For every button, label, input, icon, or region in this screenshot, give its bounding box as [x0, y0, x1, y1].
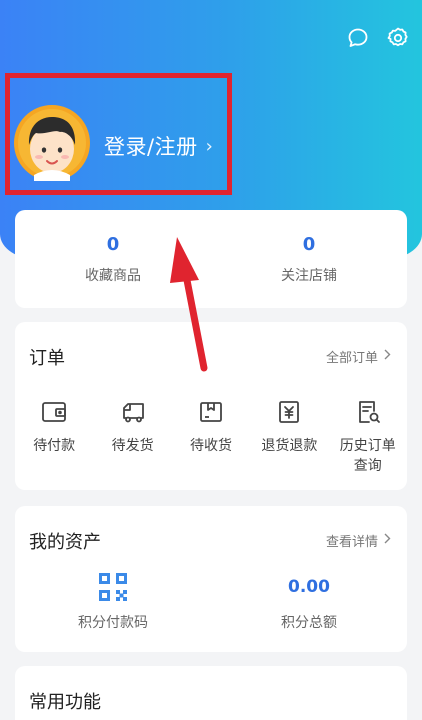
- favorite-products-label: 收藏商品: [85, 268, 141, 284]
- order-pending-shipment-label: 待发货: [111, 438, 154, 454]
- points-total-value: 0.00: [288, 577, 330, 597]
- chevron-right-icon: ›: [205, 135, 214, 157]
- order-refund-label: 退货退款: [261, 438, 318, 454]
- order-history-search-label: 历史订单查询: [339, 438, 396, 474]
- followed-shops-count: 0: [302, 234, 316, 255]
- assets-title: 我的资产: [29, 532, 101, 553]
- asset-details-link[interactable]: 查看详情: [326, 531, 391, 550]
- login-register-label: 登录/注册: [104, 135, 198, 159]
- all-orders-link[interactable]: 全部订单: [326, 347, 391, 366]
- package-icon: [196, 398, 226, 426]
- qr-code-icon: [98, 572, 128, 602]
- common-functions-card: 常用功能: [15, 666, 407, 720]
- login-register-link[interactable]: 登录/注册 ›: [104, 131, 213, 161]
- chevron-right-icon: [384, 349, 391, 364]
- points-total[interactable]: 0.00 积分总额: [211, 572, 407, 632]
- order-pending-payment-label: 待付款: [33, 438, 76, 454]
- truck-icon: [118, 398, 148, 426]
- refund-icon: [274, 398, 304, 426]
- order-history-search[interactable]: 历史订单查询: [329, 398, 407, 476]
- avatar[interactable]: [14, 105, 90, 181]
- header-actions: [346, 26, 410, 50]
- favorite-products-count: 0: [106, 234, 120, 255]
- points-payment-code-label: 积分付款码: [78, 615, 148, 631]
- order-status-list: 待付款 待发货 待收货 退货退款 历史订单查询: [15, 398, 407, 476]
- chevron-right-icon: [384, 533, 391, 548]
- order-refund[interactable]: 退货退款: [250, 398, 328, 476]
- wallet-icon: [39, 398, 69, 426]
- common-functions-title: 常用功能: [29, 692, 101, 713]
- orders-card: 订单 全部订单 待付款 待发货 待收货 退货退款 历史订单查询: [15, 322, 407, 490]
- asset-details-label: 查看详情: [325, 535, 378, 550]
- orders-title: 订单: [29, 348, 65, 369]
- favorite-products[interactable]: 0 收藏商品: [15, 234, 211, 285]
- favorites-card: 0 收藏商品 0 关注店铺: [15, 210, 407, 308]
- followed-shops-label: 关注店铺: [281, 268, 337, 284]
- history-search-icon: [353, 398, 383, 426]
- all-orders-label: 全部订单: [325, 351, 378, 366]
- order-pending-receipt-label: 待收货: [189, 438, 232, 454]
- points-payment-code[interactable]: 积分付款码: [15, 572, 211, 632]
- message-icon[interactable]: [346, 26, 370, 50]
- settings-icon[interactable]: [386, 26, 410, 50]
- assets-card: 我的资产 查看详情 积分付款码 0.00 积分总额: [15, 506, 407, 652]
- followed-shops[interactable]: 0 关注店铺: [211, 234, 407, 285]
- order-pending-receipt[interactable]: 待收货: [172, 398, 250, 476]
- points-total-label: 积分总额: [281, 615, 337, 631]
- order-pending-payment[interactable]: 待付款: [15, 398, 93, 476]
- order-pending-shipment[interactable]: 待发货: [93, 398, 171, 476]
